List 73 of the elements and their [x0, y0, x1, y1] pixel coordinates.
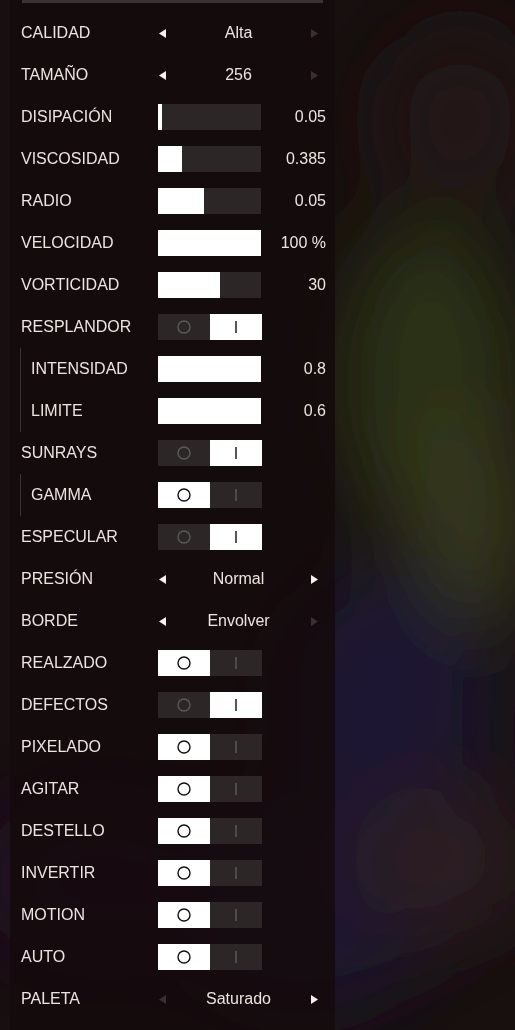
- select-value: Envolver: [207, 611, 270, 631]
- toggle-switch[interactable]: [158, 860, 262, 886]
- circle-icon: [177, 824, 191, 838]
- setting-label: GAMMA: [31, 485, 93, 505]
- toggle-switch[interactable]: [158, 482, 262, 508]
- toggle-switch[interactable]: [158, 818, 262, 844]
- circle-icon: [177, 782, 191, 796]
- toggle-switch[interactable]: [158, 314, 262, 340]
- setting-label: RADIO: [21, 191, 73, 211]
- setting-label: PIXELADO: [21, 737, 103, 757]
- setting-label: CALIDAD: [21, 23, 92, 43]
- setting-label: DEFECTOS: [21, 695, 109, 715]
- setting-label: INTENSIDAD: [31, 359, 129, 379]
- circle-icon: [177, 446, 191, 460]
- select-value: Normal: [212, 569, 265, 589]
- setting-label: INVERTIR: [21, 863, 97, 883]
- setting-label: TAMAÑO: [21, 64, 90, 85]
- toggle-switch[interactable]: [158, 734, 262, 760]
- toggle-switch[interactable]: [158, 650, 262, 676]
- circle-icon: [177, 698, 191, 712]
- select-value: Alta: [224, 23, 253, 43]
- slider-fill[interactable]: [158, 230, 261, 256]
- slider-value: 0.8: [303, 359, 326, 379]
- circle-icon: [177, 488, 191, 502]
- slider-value: 0.05: [294, 191, 326, 211]
- slider-track[interactable]: [158, 146, 261, 172]
- circle-icon: [177, 908, 191, 922]
- circle-icon: [177, 866, 191, 880]
- setting-label: ESPECULAR: [21, 527, 119, 547]
- right-arrow-icon[interactable]: [311, 574, 318, 584]
- setting-label: VELOCIDAD: [21, 233, 115, 253]
- setting-label: VISCOSIDAD: [21, 149, 121, 169]
- toggle-switch[interactable]: [158, 776, 262, 802]
- setting-label: DESTELLO: [21, 821, 106, 841]
- setting-label: AUTO: [21, 947, 67, 967]
- slider-value: 30: [308, 275, 326, 295]
- setting-label: RESPLANDOR: [21, 317, 133, 337]
- slider-track[interactable]: [158, 104, 261, 130]
- setting-label: PRESIÓN: [21, 568, 94, 589]
- circle-icon: [177, 740, 191, 754]
- left-arrow-icon[interactable]: [159, 28, 166, 38]
- circle-icon: [177, 530, 191, 544]
- left-arrow-icon[interactable]: [159, 574, 166, 584]
- circle-icon: [177, 320, 191, 334]
- slider-fill[interactable]: [158, 398, 261, 424]
- toggle-switch[interactable]: [158, 944, 262, 970]
- setting-label: SUNRAYS: [21, 443, 99, 463]
- setting-label: DISIPACIÓN: [21, 106, 114, 127]
- circle-icon: [177, 656, 191, 670]
- setting-label: BORDE: [21, 611, 79, 631]
- slider-value: 0.05: [294, 107, 326, 127]
- slider-fill[interactable]: [158, 356, 261, 382]
- slider-value: 0.385: [285, 149, 326, 169]
- slider-value: 100 %: [280, 233, 326, 253]
- left-arrow-icon[interactable]: [159, 70, 166, 80]
- setting-label: MOTION: [21, 905, 86, 925]
- toggle-switch[interactable]: [158, 902, 262, 928]
- circle-icon: [177, 950, 191, 964]
- select-value: Saturado: [206, 989, 271, 1009]
- left-arrow-icon[interactable]: [159, 616, 166, 626]
- setting-label: AGITAR: [21, 779, 81, 799]
- setting-label: REALZADO: [21, 653, 109, 673]
- slider-track[interactable]: [158, 272, 261, 298]
- slider-value: 0.6: [303, 401, 326, 421]
- toggle-switch[interactable]: [158, 440, 262, 466]
- setting-label: PALETA: [21, 989, 81, 1009]
- select-value: 256: [225, 65, 252, 85]
- slider-track[interactable]: [158, 188, 261, 214]
- setting-label: LIMITE: [31, 401, 84, 421]
- right-arrow-icon[interactable]: [311, 994, 318, 1004]
- toggle-switch[interactable]: [158, 692, 262, 718]
- toggle-switch[interactable]: [158, 524, 262, 550]
- setting-label: VORTICIDAD: [21, 275, 121, 295]
